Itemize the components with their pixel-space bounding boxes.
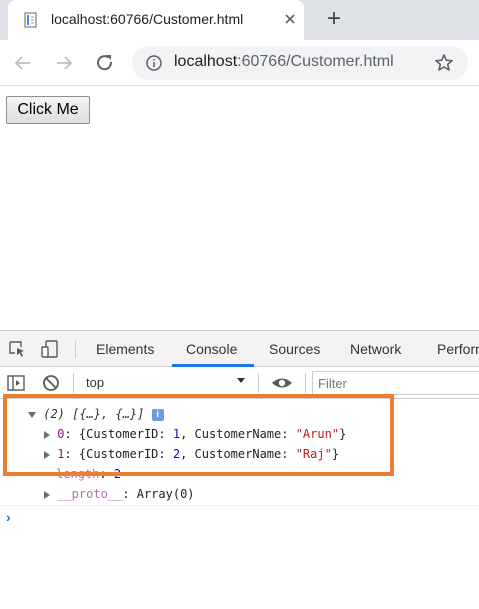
proto-value: Array(0) xyxy=(136,487,195,501)
toolbar-divider xyxy=(305,373,306,393)
browser-toolbar: localhost:60766/Customer.html xyxy=(0,40,479,86)
console-divider xyxy=(0,505,479,506)
browser-tab[interactable]: localhost:60766/Customer.html xyxy=(8,0,304,40)
context-label: top xyxy=(86,375,105,390)
tab-performance[interactable]: Perform xyxy=(437,331,479,367)
filter-input[interactable] xyxy=(312,371,479,395)
tab-elements[interactable]: Elements xyxy=(96,331,154,367)
back-arrow-icon[interactable] xyxy=(10,50,36,76)
page-viewport: Click Me xyxy=(0,87,479,330)
collapse-triangle-icon[interactable] xyxy=(44,490,50,499)
reload-icon[interactable] xyxy=(92,50,118,76)
bookmark-star-icon[interactable] xyxy=(434,53,454,73)
new-tab-button[interactable]: + xyxy=(322,7,346,32)
tab-title: localhost:60766/Customer.html xyxy=(51,11,244,27)
browser-tabstrip: localhost:60766/Customer.html + xyxy=(0,0,479,40)
show-sidebar-icon[interactable] xyxy=(6,373,26,393)
tab-console[interactable]: Console xyxy=(186,331,237,367)
proto-key: __proto__ xyxy=(57,487,123,501)
click-me-button[interactable]: Click Me xyxy=(6,96,90,124)
page-favicon-icon xyxy=(23,12,39,28)
console-prompt-icon[interactable]: › xyxy=(6,509,11,525)
devtools-tabbar: Elements Console Sources Network Perform xyxy=(0,331,479,367)
clear-console-icon[interactable] xyxy=(41,373,61,393)
live-expression-eye-icon[interactable] xyxy=(271,373,292,393)
proto-row[interactable]: __proto__: Array(0) xyxy=(44,485,195,503)
inspect-element-icon[interactable] xyxy=(7,339,27,359)
toolbar-divider xyxy=(73,373,74,393)
tab-network[interactable]: Network xyxy=(350,331,401,367)
close-tab-icon[interactable] xyxy=(280,9,300,29)
url-text: localhost:60766/Customer.html xyxy=(174,53,394,71)
site-info-icon[interactable] xyxy=(146,55,162,71)
device-toolbar-icon[interactable] xyxy=(40,339,60,359)
tab-sources[interactable]: Sources xyxy=(269,331,320,367)
context-selector[interactable]: top xyxy=(80,371,252,395)
address-bar[interactable]: localhost:60766/Customer.html xyxy=(132,46,468,80)
toolbar-divider xyxy=(75,340,76,358)
highlight-annotation xyxy=(3,394,394,476)
toolbar-divider xyxy=(258,373,259,393)
dropdown-arrow-icon xyxy=(236,375,246,388)
forward-arrow-icon[interactable] xyxy=(51,50,77,76)
url-host: localhost xyxy=(174,53,238,70)
url-path: :60766/Customer.html xyxy=(237,53,394,70)
